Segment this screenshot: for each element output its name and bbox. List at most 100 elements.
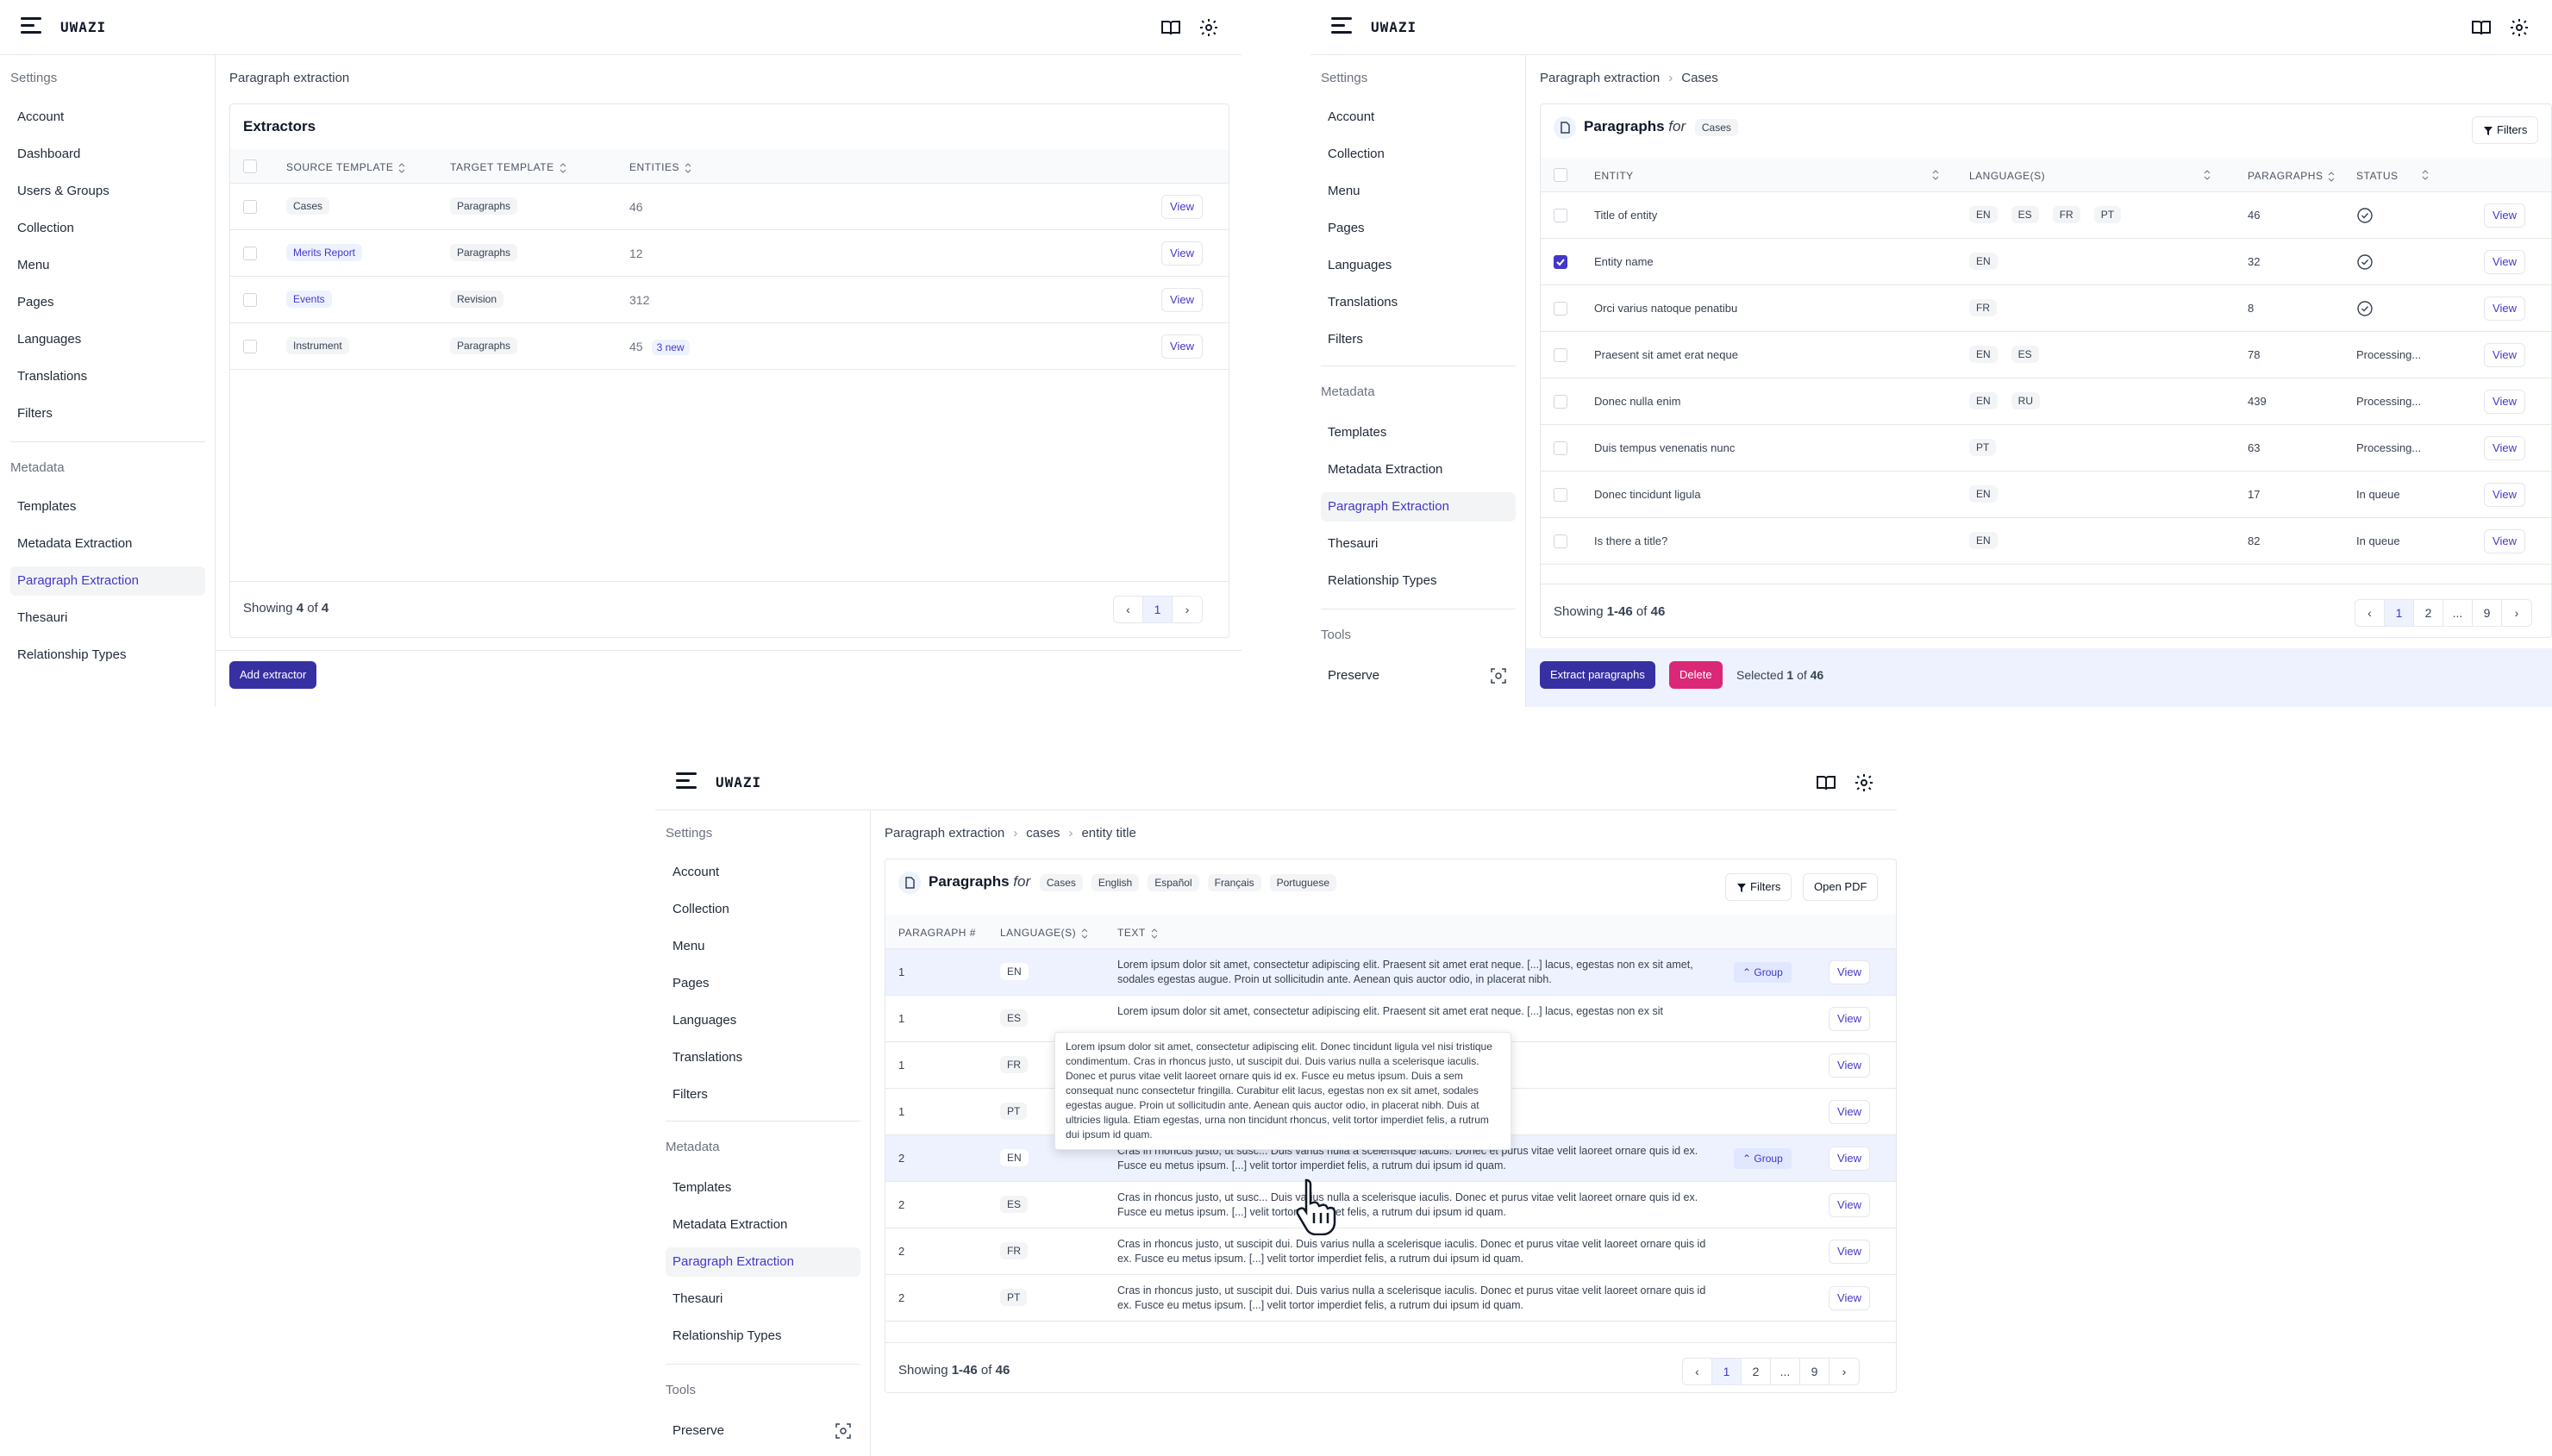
sidebar-item-filters[interactable]: Filters (10, 399, 53, 428)
row-checkbox[interactable] (1554, 348, 1567, 362)
sidebar-item-paragraph-extraction[interactable]: Paragraph Extraction (10, 566, 205, 596)
sidebar-item-templates[interactable]: Templates (666, 1173, 731, 1203)
book-icon[interactable] (2471, 17, 2492, 38)
view-button[interactable]: View (1829, 960, 1870, 984)
view-button[interactable]: View (1829, 1240, 1870, 1264)
column-header[interactable]: LANGUAGE(S) (1969, 170, 2211, 182)
view-button[interactable]: View (1829, 1147, 1870, 1171)
row-checkbox[interactable] (243, 247, 257, 260)
extract-paragraphs-button[interactable]: Extract paragraphs (1540, 661, 1655, 689)
sidebar-item-languages[interactable]: Languages (666, 1006, 736, 1035)
row-checkbox[interactable] (1554, 209, 1567, 222)
sidebar-item-templates[interactable]: Templates (10, 492, 76, 522)
row-checkbox[interactable] (1554, 488, 1567, 502)
row-checkbox[interactable] (1554, 441, 1567, 455)
gear-icon[interactable] (1198, 17, 1219, 38)
column-header[interactable]: ENTITY (1594, 170, 1939, 182)
delete-button[interactable]: Delete (1669, 661, 1723, 689)
column-header[interactable]: TARGET TEMPLATE (450, 161, 566, 173)
sidebar-item-relationship-types[interactable]: Relationship Types (1321, 566, 1436, 596)
breadcrumb-cases[interactable]: cases (1026, 826, 1060, 840)
view-button[interactable]: View (2484, 297, 2525, 321)
open-pdf-button[interactable]: Open PDF (1803, 873, 1879, 901)
sidebar-item-filters[interactable]: Filters (666, 1080, 708, 1109)
view-button[interactable]: View (1829, 1007, 1870, 1031)
page-button[interactable]: 9 (2473, 600, 2502, 626)
view-button[interactable]: View (2484, 529, 2525, 553)
column-header[interactable]: LANGUAGE(S) (1000, 927, 1088, 939)
view-button[interactable]: View (1829, 1100, 1870, 1124)
breadcrumb-paragraph-extraction[interactable]: Paragraph extraction (885, 826, 1004, 840)
view-button[interactable]: View (2484, 483, 2525, 507)
row-checkbox[interactable] (1554, 395, 1567, 409)
hamburger-icon[interactable] (21, 17, 41, 34)
hamburger-icon[interactable] (676, 772, 697, 790)
page-button[interactable]: 2 (2414, 600, 2443, 626)
column-header[interactable]: STATUS (2356, 170, 2429, 182)
sidebar-item-translations[interactable]: Translations (666, 1043, 742, 1072)
row-checkbox[interactable] (243, 340, 257, 353)
sidebar-item-thesauri[interactable]: Thesauri (10, 603, 67, 633)
next-page-button[interactable]: › (1173, 597, 1202, 622)
breadcrumb-paragraph-extraction[interactable]: Paragraph extraction (229, 71, 349, 85)
sidebar-item-metadata-extraction[interactable]: Metadata Extraction (1321, 455, 1442, 484)
column-header[interactable]: ENTITIES (629, 161, 691, 173)
next-page-button[interactable]: › (1830, 1359, 1859, 1384)
view-button[interactable]: View (2484, 390, 2525, 414)
sidebar-item-thesauri[interactable]: Thesauri (1321, 529, 1378, 559)
select-all-checkbox[interactable] (1554, 168, 1567, 182)
sidebar-item-menu[interactable]: Menu (666, 932, 705, 961)
view-button[interactable]: View (1829, 1286, 1870, 1310)
view-button[interactable]: View (1829, 1053, 1870, 1078)
sidebar-item-users-groups[interactable]: Users & Groups (10, 177, 109, 206)
sidebar-item-thesauri[interactable]: Thesauri (666, 1284, 722, 1314)
sidebar-item-filters[interactable]: Filters (1321, 325, 1363, 354)
add-extractor-button[interactable]: Add extractor (229, 661, 317, 689)
view-button[interactable]: View (1829, 1193, 1870, 1217)
row-checkbox[interactable] (1554, 255, 1567, 269)
column-header[interactable]: SOURCE TEMPLATE (286, 161, 405, 173)
sidebar-item-preserve[interactable]: Preserve (1321, 661, 1379, 691)
sidebar-item-paragraph-extraction[interactable]: Paragraph Extraction (666, 1247, 860, 1277)
row-checkbox[interactable] (1554, 534, 1567, 548)
sidebar-item-collection[interactable]: Collection (10, 214, 74, 243)
select-all-checkbox[interactable] (243, 159, 257, 173)
breadcrumb-paragraph-extraction[interactable]: Paragraph extraction (1540, 71, 1660, 85)
sidebar-item-templates[interactable]: Templates (1321, 418, 1386, 447)
view-button[interactable]: View (2484, 203, 2525, 228)
sidebar-item-collection[interactable]: Collection (666, 895, 729, 924)
filters-button[interactable]: Filters (2472, 116, 2539, 144)
filters-button[interactable]: Filters (1725, 873, 1792, 901)
sidebar-item-preserve[interactable]: Preserve (666, 1416, 724, 1446)
hamburger-icon[interactable] (1331, 17, 1352, 34)
sidebar-item-paragraph-extraction[interactable]: Paragraph Extraction (1321, 492, 1516, 522)
gear-icon[interactable] (2509, 17, 2530, 38)
group-button[interactable]: ⌃ Group (1734, 1148, 1792, 1169)
sidebar-item-dashboard[interactable]: Dashboard (10, 140, 80, 169)
view-button[interactable]: View (2484, 343, 2525, 367)
page-button[interactable]: 2 (1742, 1359, 1771, 1384)
prev-page-button[interactable]: ‹ (2355, 600, 2385, 626)
sidebar-item-account[interactable]: Account (666, 858, 719, 887)
breadcrumb-cases[interactable]: Cases (1681, 71, 1718, 85)
row-checkbox[interactable] (243, 293, 257, 307)
sidebar-item-relationship-types[interactable]: Relationship Types (10, 641, 126, 670)
book-icon[interactable] (1160, 17, 1181, 38)
sidebar-item-menu[interactable]: Menu (10, 251, 50, 280)
sidebar-item-translations[interactable]: Translations (1321, 288, 1398, 317)
book-icon[interactable] (1816, 772, 1836, 793)
prev-page-button[interactable]: ‹ (1683, 1359, 1712, 1384)
sidebar-item-relationship-types[interactable]: Relationship Types (666, 1322, 781, 1351)
page-button[interactable]: 1 (1712, 1359, 1742, 1384)
view-button[interactable]: View (1161, 288, 1203, 312)
view-button[interactable]: View (1161, 241, 1203, 266)
view-button[interactable]: View (2484, 250, 2525, 274)
sidebar-item-translations[interactable]: Translations (10, 362, 87, 391)
column-header[interactable]: PARAGRAPHS (2248, 170, 2335, 182)
sidebar-item-metadata-extraction[interactable]: Metadata Extraction (666, 1210, 787, 1240)
page-button[interactable]: 9 (1800, 1359, 1830, 1384)
view-button[interactable]: View (1161, 334, 1203, 359)
sidebar-item-languages[interactable]: Languages (10, 325, 81, 354)
sidebar-item-pages[interactable]: Pages (10, 288, 54, 317)
row-checkbox[interactable] (243, 200, 257, 214)
